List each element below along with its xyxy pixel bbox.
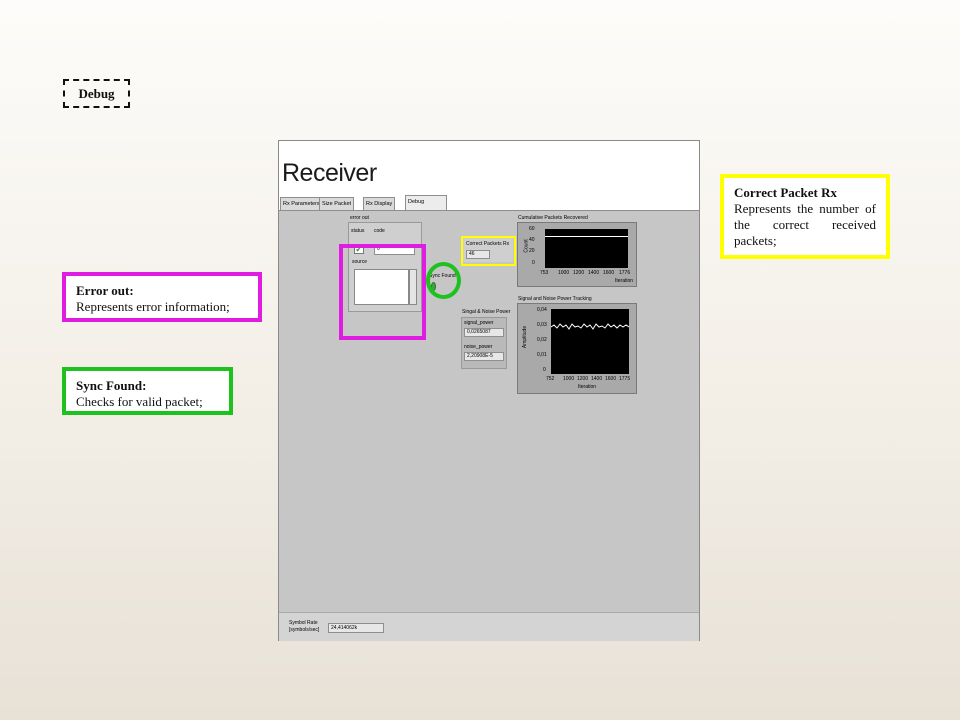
correct-packet-callout-text: Represents the number of the correct rec… <box>734 201 876 248</box>
tab-rx-display[interactable]: Rx Display <box>363 197 396 210</box>
error-out-label: error out <box>350 215 369 221</box>
sync-found-callout-text: Checks for valid packet; <box>76 394 203 409</box>
cumulative-y-tick: 40 <box>529 237 535 243</box>
cumulative-x-tick: 753 <box>540 270 549 276</box>
tab-size-packet[interactable]: Size Packet <box>319 197 355 210</box>
tracking-x-tick: 1000 <box>563 376 575 382</box>
debug-tab-content: error out status code ✓ 0 source Sync Fo… <box>279 210 699 612</box>
noise-power-value: 2,20908E-5 <box>464 352 504 361</box>
cumulative-y-tick: 0 <box>532 260 535 266</box>
power-cluster: signal_power 0,0265087 noise_power 2,209… <box>461 317 507 369</box>
symbol-rate-label: Symbol Rate [symbols/sec] <box>289 620 319 634</box>
sync-found-callout-title: Sync Found: <box>76 378 147 393</box>
cumulative-graph: Count 60 40 20 0 753 1000 1200 1400 1600… <box>517 222 637 287</box>
power-title: Singal & Noise Power <box>462 309 511 315</box>
correct-packet-callout: Correct Packet Rx Represents the number … <box>720 174 890 259</box>
sync-found-callout: Sync Found: Checks for valid packet; <box>62 367 233 415</box>
cumulative-plot-area <box>545 229 628 268</box>
tracking-graph-title: Signal and Noise Power Tracking <box>518 296 592 302</box>
tab-rx-parameters[interactable]: Rx Parameters <box>280 197 323 210</box>
symbol-rate-label-line1: Symbol Rate <box>289 620 318 626</box>
tracking-y-tick: 0,01 <box>537 352 547 358</box>
error-out-callout: Error out: Represents error information; <box>62 272 262 322</box>
panel-title: Receiver <box>282 159 377 187</box>
noise-power-label: noise_power <box>464 344 493 350</box>
tracking-y-tick: 0,04 <box>537 307 547 313</box>
correct-packets-highlight <box>461 236 516 266</box>
tracking-x-tick: 1200 <box>577 376 589 382</box>
tracking-x-tick: 752 <box>546 376 555 382</box>
tracking-y-tick: 0,03 <box>537 322 547 328</box>
cumulative-y-tick: 60 <box>529 226 535 232</box>
tab-debug[interactable]: Debug <box>405 195 447 210</box>
status-label: status <box>351 228 365 234</box>
cumulative-x-tick: 1400 <box>588 270 600 276</box>
error-out-callout-text: Represents error information; <box>76 299 230 314</box>
error-out-callout-title: Error out: <box>76 283 134 298</box>
cumulative-y-tick: 20 <box>529 248 535 254</box>
tracking-noise-trace <box>551 323 629 330</box>
cumulative-x-tick: 1000 <box>558 270 570 276</box>
error-out-highlight <box>339 244 426 340</box>
tracking-graph: Amplitude 0,04 0,03 0,02 0,01 0 752 1000… <box>517 303 637 394</box>
tracking-x-label: Iteration <box>578 384 597 390</box>
cumulative-graph-title: Cumulative Packets Recovered <box>518 215 588 221</box>
cumulative-x-label: Iteration <box>615 278 634 284</box>
tracking-plot-area <box>551 309 629 374</box>
signal-power-label: signal_power <box>464 320 494 326</box>
cumulative-series-line <box>545 236 628 237</box>
tracking-x-tick: 1600 <box>605 376 617 382</box>
symbol-rate-label-line2: [symbols/sec] <box>289 627 320 633</box>
tracking-x-tick: 1775 <box>619 376 631 382</box>
correct-packet-callout-title: Correct Packet Rx <box>734 185 837 200</box>
cumulative-x-tick: 1776 <box>619 270 631 276</box>
tracking-y-label: Amplitude <box>522 325 529 349</box>
tracking-x-tick: 1400 <box>591 376 603 382</box>
cumulative-x-tick: 1600 <box>603 270 615 276</box>
status-bar: Symbol Rate [symbols/sec] 24,414062k <box>279 612 699 641</box>
tracking-y-tick: 0 <box>543 367 546 373</box>
symbol-rate-value: 24,414062k <box>328 623 384 633</box>
cumulative-x-tick: 1200 <box>573 270 585 276</box>
code-label: code <box>374 228 385 234</box>
debug-tag: Debug <box>63 79 130 108</box>
signal-power-value: 0,0265087 <box>464 328 504 337</box>
sync-found-highlight <box>426 262 461 299</box>
tracking-y-tick: 0,02 <box>537 337 547 343</box>
receiver-panel: Receiver Rx Parameters Size Packet Rx Di… <box>278 140 700 641</box>
